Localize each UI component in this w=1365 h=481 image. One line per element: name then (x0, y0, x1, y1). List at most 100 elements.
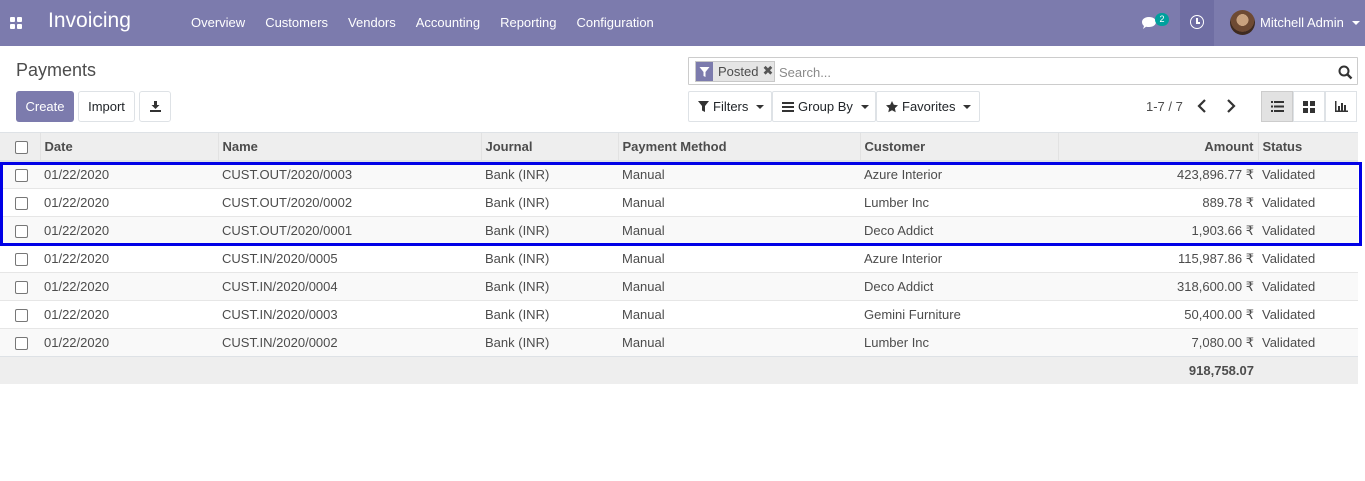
chevron-left-icon[interactable] (1196, 98, 1210, 114)
column-amount[interactable]: Amount (1057, 132, 1258, 162)
apps-menu-icon[interactable] (10, 17, 23, 30)
cell-date: 01/22/2020 (40, 272, 218, 301)
bars-icon (782, 101, 794, 112)
menu-vendors[interactable]: Vendors (338, 0, 406, 46)
column-date[interactable]: Date (39, 132, 218, 162)
cell-amount: 50,400.00 ₹ (1058, 300, 1258, 329)
row-checkbox[interactable] (15, 197, 28, 211)
remove-facet-icon[interactable]: ✖ (762, 62, 774, 81)
column-name[interactable]: Name (217, 132, 481, 162)
table-row[interactable]: 01/22/2020 CUST.IN/2020/0005 Bank (INR) … (0, 244, 1358, 273)
create-button[interactable]: Create (16, 91, 74, 122)
row-checkbox[interactable] (15, 169, 28, 183)
filter-icon (698, 101, 709, 112)
table-footer: 918,758.07 (0, 356, 1358, 384)
cell-method: Manual (618, 216, 860, 245)
cell-customer: Lumber Inc (860, 188, 1058, 217)
table-row[interactable]: 01/22/2020 CUST.OUT/2020/0001 Bank (INR)… (0, 216, 1358, 245)
graph-view-button[interactable] (1325, 91, 1357, 122)
import-button[interactable]: Import (78, 91, 135, 122)
cell-customer: Lumber Inc (860, 328, 1058, 357)
cell-customer: Azure Interior (860, 244, 1058, 273)
cell-status: Validated (1258, 188, 1358, 217)
cell-journal: Bank (INR) (481, 216, 618, 245)
cell-name: CUST.OUT/2020/0001 (218, 216, 481, 245)
download-button[interactable] (139, 91, 171, 122)
kanban-view-button[interactable] (1293, 91, 1325, 122)
cell-journal: Bank (INR) (481, 244, 618, 273)
select-all-checkbox[interactable] (15, 140, 28, 154)
cell-amount: 1,903.66 ₹ (1058, 216, 1258, 245)
cell-name: CUST.IN/2020/0004 (218, 272, 481, 301)
bar-chart-icon (1334, 101, 1348, 112)
table-row[interactable]: 01/22/2020 CUST.IN/2020/0002 Bank (INR) … (0, 328, 1358, 357)
cell-status: Validated (1258, 244, 1358, 273)
row-checkbox[interactable] (15, 225, 28, 239)
breadcrumb: Payments (16, 60, 97, 80)
cell-date: 01/22/2020 (40, 244, 218, 273)
avatar[interactable] (1230, 10, 1255, 35)
list-view-button[interactable] (1261, 91, 1293, 122)
cell-journal: Bank (INR) (481, 160, 618, 189)
row-checkbox[interactable] (15, 337, 28, 351)
table-row[interactable]: 01/22/2020 CUST.OUT/2020/0003 Bank (INR)… (0, 160, 1358, 189)
total-amount: 918,758.07 (1058, 356, 1258, 384)
cell-status: Validated (1258, 272, 1358, 301)
filters-label: Filters (713, 99, 749, 114)
groupby-dropdown[interactable]: Group By (772, 91, 876, 122)
menu-customers[interactable]: Customers (255, 0, 338, 46)
clock-icon (1190, 15, 1204, 29)
menu-configuration[interactable]: Configuration (566, 0, 663, 46)
cell-amount: 115,987.86 ₹ (1058, 244, 1258, 273)
star-icon (886, 100, 898, 112)
column-status[interactable]: Status (1257, 132, 1358, 162)
user-name[interactable]: Mitchell Admin (1260, 15, 1344, 30)
groupby-label: Group By (798, 99, 853, 114)
row-checkbox[interactable] (15, 281, 28, 295)
cell-date: 01/22/2020 (40, 188, 218, 217)
chat-count-badge: 2 (1155, 13, 1169, 26)
caret-down-icon (963, 104, 972, 109)
favorites-label: Favorites (902, 99, 956, 114)
cell-method: Manual (618, 272, 860, 301)
table-row[interactable]: 01/22/2020 CUST.IN/2020/0004 Bank (INR) … (0, 272, 1358, 301)
cell-journal: Bank (INR) (481, 328, 618, 357)
table-row[interactable]: 01/22/2020 CUST.OUT/2020/0002 Bank (INR)… (0, 188, 1358, 217)
select-all-cell[interactable] (0, 132, 40, 162)
column-journal[interactable]: Journal (480, 132, 618, 162)
row-checkbox[interactable] (15, 309, 28, 323)
cell-date: 01/22/2020 (40, 216, 218, 245)
main-menu: Overview Customers Vendors Accounting Re… (181, 0, 664, 46)
menu-reporting[interactable]: Reporting (490, 0, 566, 46)
cell-status: Validated (1258, 160, 1358, 189)
menu-accounting[interactable]: Accounting (406, 0, 490, 46)
cell-method: Manual (618, 244, 860, 273)
list-icon (1270, 101, 1284, 112)
favorites-dropdown[interactable]: Favorites (876, 91, 980, 122)
top-navbar: Invoicing Overview Customers Vendors Acc… (0, 0, 1365, 46)
table-row[interactable]: 01/22/2020 CUST.IN/2020/0003 Bank (INR) … (0, 300, 1358, 329)
search-box[interactable]: Posted ✖ (688, 57, 1358, 85)
menu-overview[interactable]: Overview (181, 0, 255, 46)
cell-date: 01/22/2020 (40, 300, 218, 329)
cell-amount: 889.78 ₹ (1058, 188, 1258, 217)
cell-status: Validated (1258, 300, 1358, 329)
pager-value[interactable]: 1-7 / 7 (1146, 99, 1183, 114)
cell-name: CUST.IN/2020/0003 (218, 300, 481, 329)
row-checkbox[interactable] (15, 253, 28, 267)
column-customer[interactable]: Customer (859, 132, 1058, 162)
search-input[interactable] (779, 62, 1319, 82)
column-payment-method[interactable]: Payment Method (617, 132, 860, 162)
cell-name: CUST.OUT/2020/0002 (218, 188, 481, 217)
activity-button[interactable] (1180, 0, 1214, 46)
filters-dropdown[interactable]: Filters (688, 91, 772, 122)
cell-customer: Deco Addict (860, 216, 1058, 245)
chevron-right-icon[interactable] (1223, 98, 1237, 114)
cell-name: CUST.OUT/2020/0003 (218, 160, 481, 189)
caret-down-icon (860, 104, 869, 109)
app-title[interactable]: Invoicing (48, 9, 131, 33)
search-icon[interactable] (1338, 65, 1353, 80)
caret-down-icon[interactable] (1352, 21, 1360, 25)
cell-name: CUST.IN/2020/0002 (218, 328, 481, 357)
search-facet: Posted ✖ (695, 61, 776, 82)
